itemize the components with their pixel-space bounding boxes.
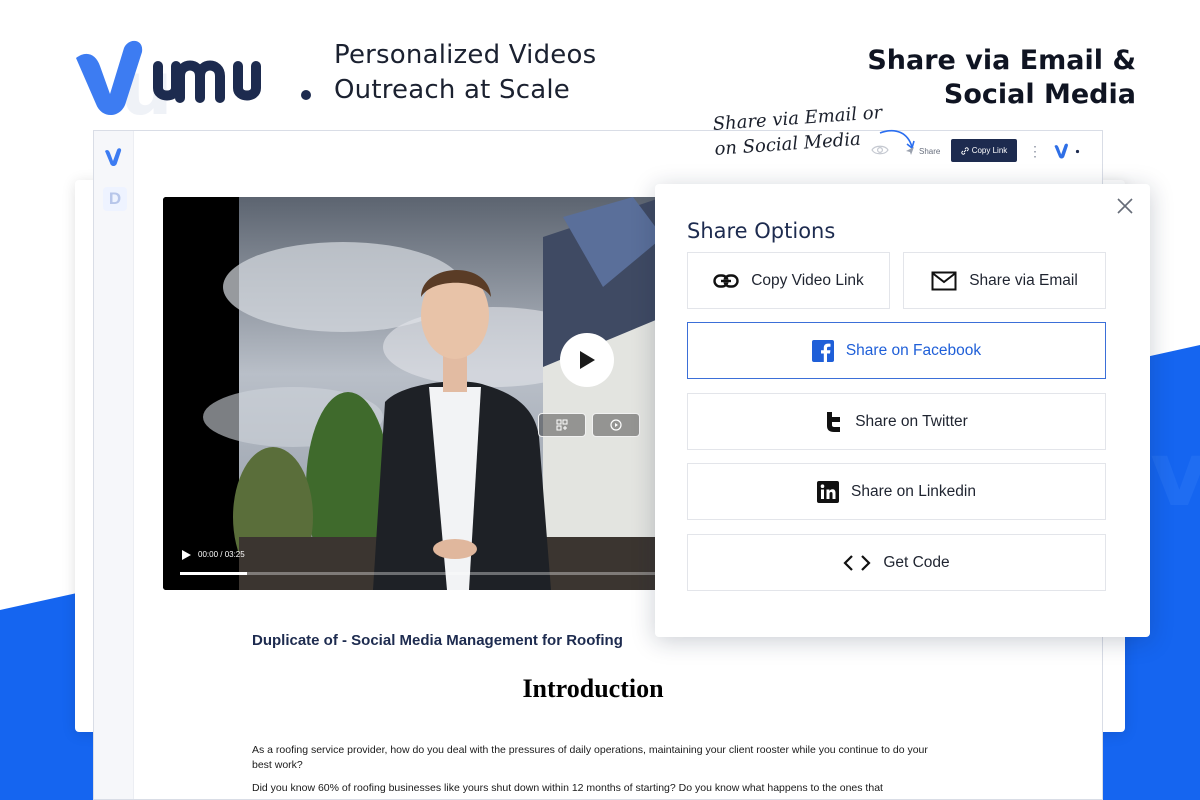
eye-icon[interactable] — [871, 143, 889, 157]
send-icon — [906, 147, 914, 155]
twitter-icon — [827, 411, 841, 432]
share-facebook-label: Share on Facebook — [845, 341, 982, 359]
tagline-line1: Personalized Videos — [334, 40, 597, 70]
play-icon — [580, 351, 595, 369]
replay-icon — [610, 419, 622, 431]
headline: Share via Email & Social Media — [867, 44, 1136, 112]
share-options-panel: Share Options Copy Video Link Share via … — [655, 184, 1150, 637]
share-twitter-button[interactable]: Share on Twitter — [687, 393, 1106, 450]
document-paragraph: As a roofing service provider, how do yo… — [252, 744, 928, 771]
share-twitter-label: Share on Twitter — [855, 412, 968, 430]
video-progress-fill — [180, 572, 248, 575]
grid-add-icon — [556, 419, 568, 431]
headline-line2: Social Media — [943, 79, 1136, 110]
more-options-icon[interactable]: ⋮ — [1028, 140, 1042, 162]
linkedin-icon — [817, 480, 840, 503]
caret-down-icon — [1075, 149, 1080, 153]
code-icon — [843, 554, 871, 571]
play-button[interactable] — [560, 333, 614, 387]
facebook-icon — [811, 339, 834, 362]
account-menu[interactable] — [1052, 140, 1086, 162]
share-linkedin-label: Share on Linkedin — [851, 482, 976, 500]
get-code-label: Get Code — [883, 553, 950, 571]
link-icon — [961, 146, 969, 155]
headline-line1: Share via Email & — [867, 45, 1136, 76]
panel-title: Share Options — [687, 219, 836, 243]
document-icon[interactable]: D — [103, 187, 127, 211]
video-player[interactable]: 00:00 / 03:25 — [163, 197, 663, 590]
svg-text:v: v — [1150, 422, 1200, 527]
app-sidebar: D — [94, 131, 134, 799]
document-title: Duplicate of - Social Media Management f… — [252, 632, 623, 649]
document-paragraph: Did you know 60% of roofing businesses l… — [252, 782, 883, 794]
tagline: Personalized Videos Outreach at Scale — [334, 38, 596, 108]
share-via-email-label: Share via Email — [969, 271, 1078, 289]
share-via-email-button[interactable]: Share via Email — [903, 252, 1106, 309]
replay-button[interactable] — [592, 413, 640, 437]
share-button[interactable]: Share — [905, 143, 940, 159]
link-icon — [713, 273, 739, 288]
copy-link-button[interactable]: Copy Link — [951, 139, 1017, 162]
small-play-icon[interactable] — [180, 549, 192, 561]
get-code-button[interactable]: Get Code — [687, 534, 1106, 591]
share-linkedin-button[interactable]: Share on Linkedin — [687, 463, 1106, 520]
vumu-avatar-icon — [1054, 143, 1068, 159]
tagline-line2: Outreach at Scale — [334, 75, 570, 105]
layout-toggle-button[interactable] — [538, 413, 586, 437]
vumu-logo: u — [76, 40, 311, 126]
video-thumbnail — [163, 197, 663, 590]
close-icon[interactable] — [1113, 194, 1137, 218]
share-button-label: Share — [919, 146, 941, 156]
copy-video-link-button[interactable]: Copy Video Link — [687, 252, 890, 309]
document-heading: Introduction — [522, 674, 664, 703]
video-time: 00:00 / 03:25 — [198, 550, 245, 559]
video-progress-bar[interactable] — [180, 572, 660, 575]
vumu-mini-logo-icon[interactable] — [102, 145, 126, 169]
copy-link-label: Copy Link — [971, 146, 1008, 155]
copy-video-link-label: Copy Video Link — [751, 271, 864, 289]
mail-icon — [931, 271, 957, 290]
share-facebook-button[interactable]: Share on Facebook — [687, 322, 1106, 379]
